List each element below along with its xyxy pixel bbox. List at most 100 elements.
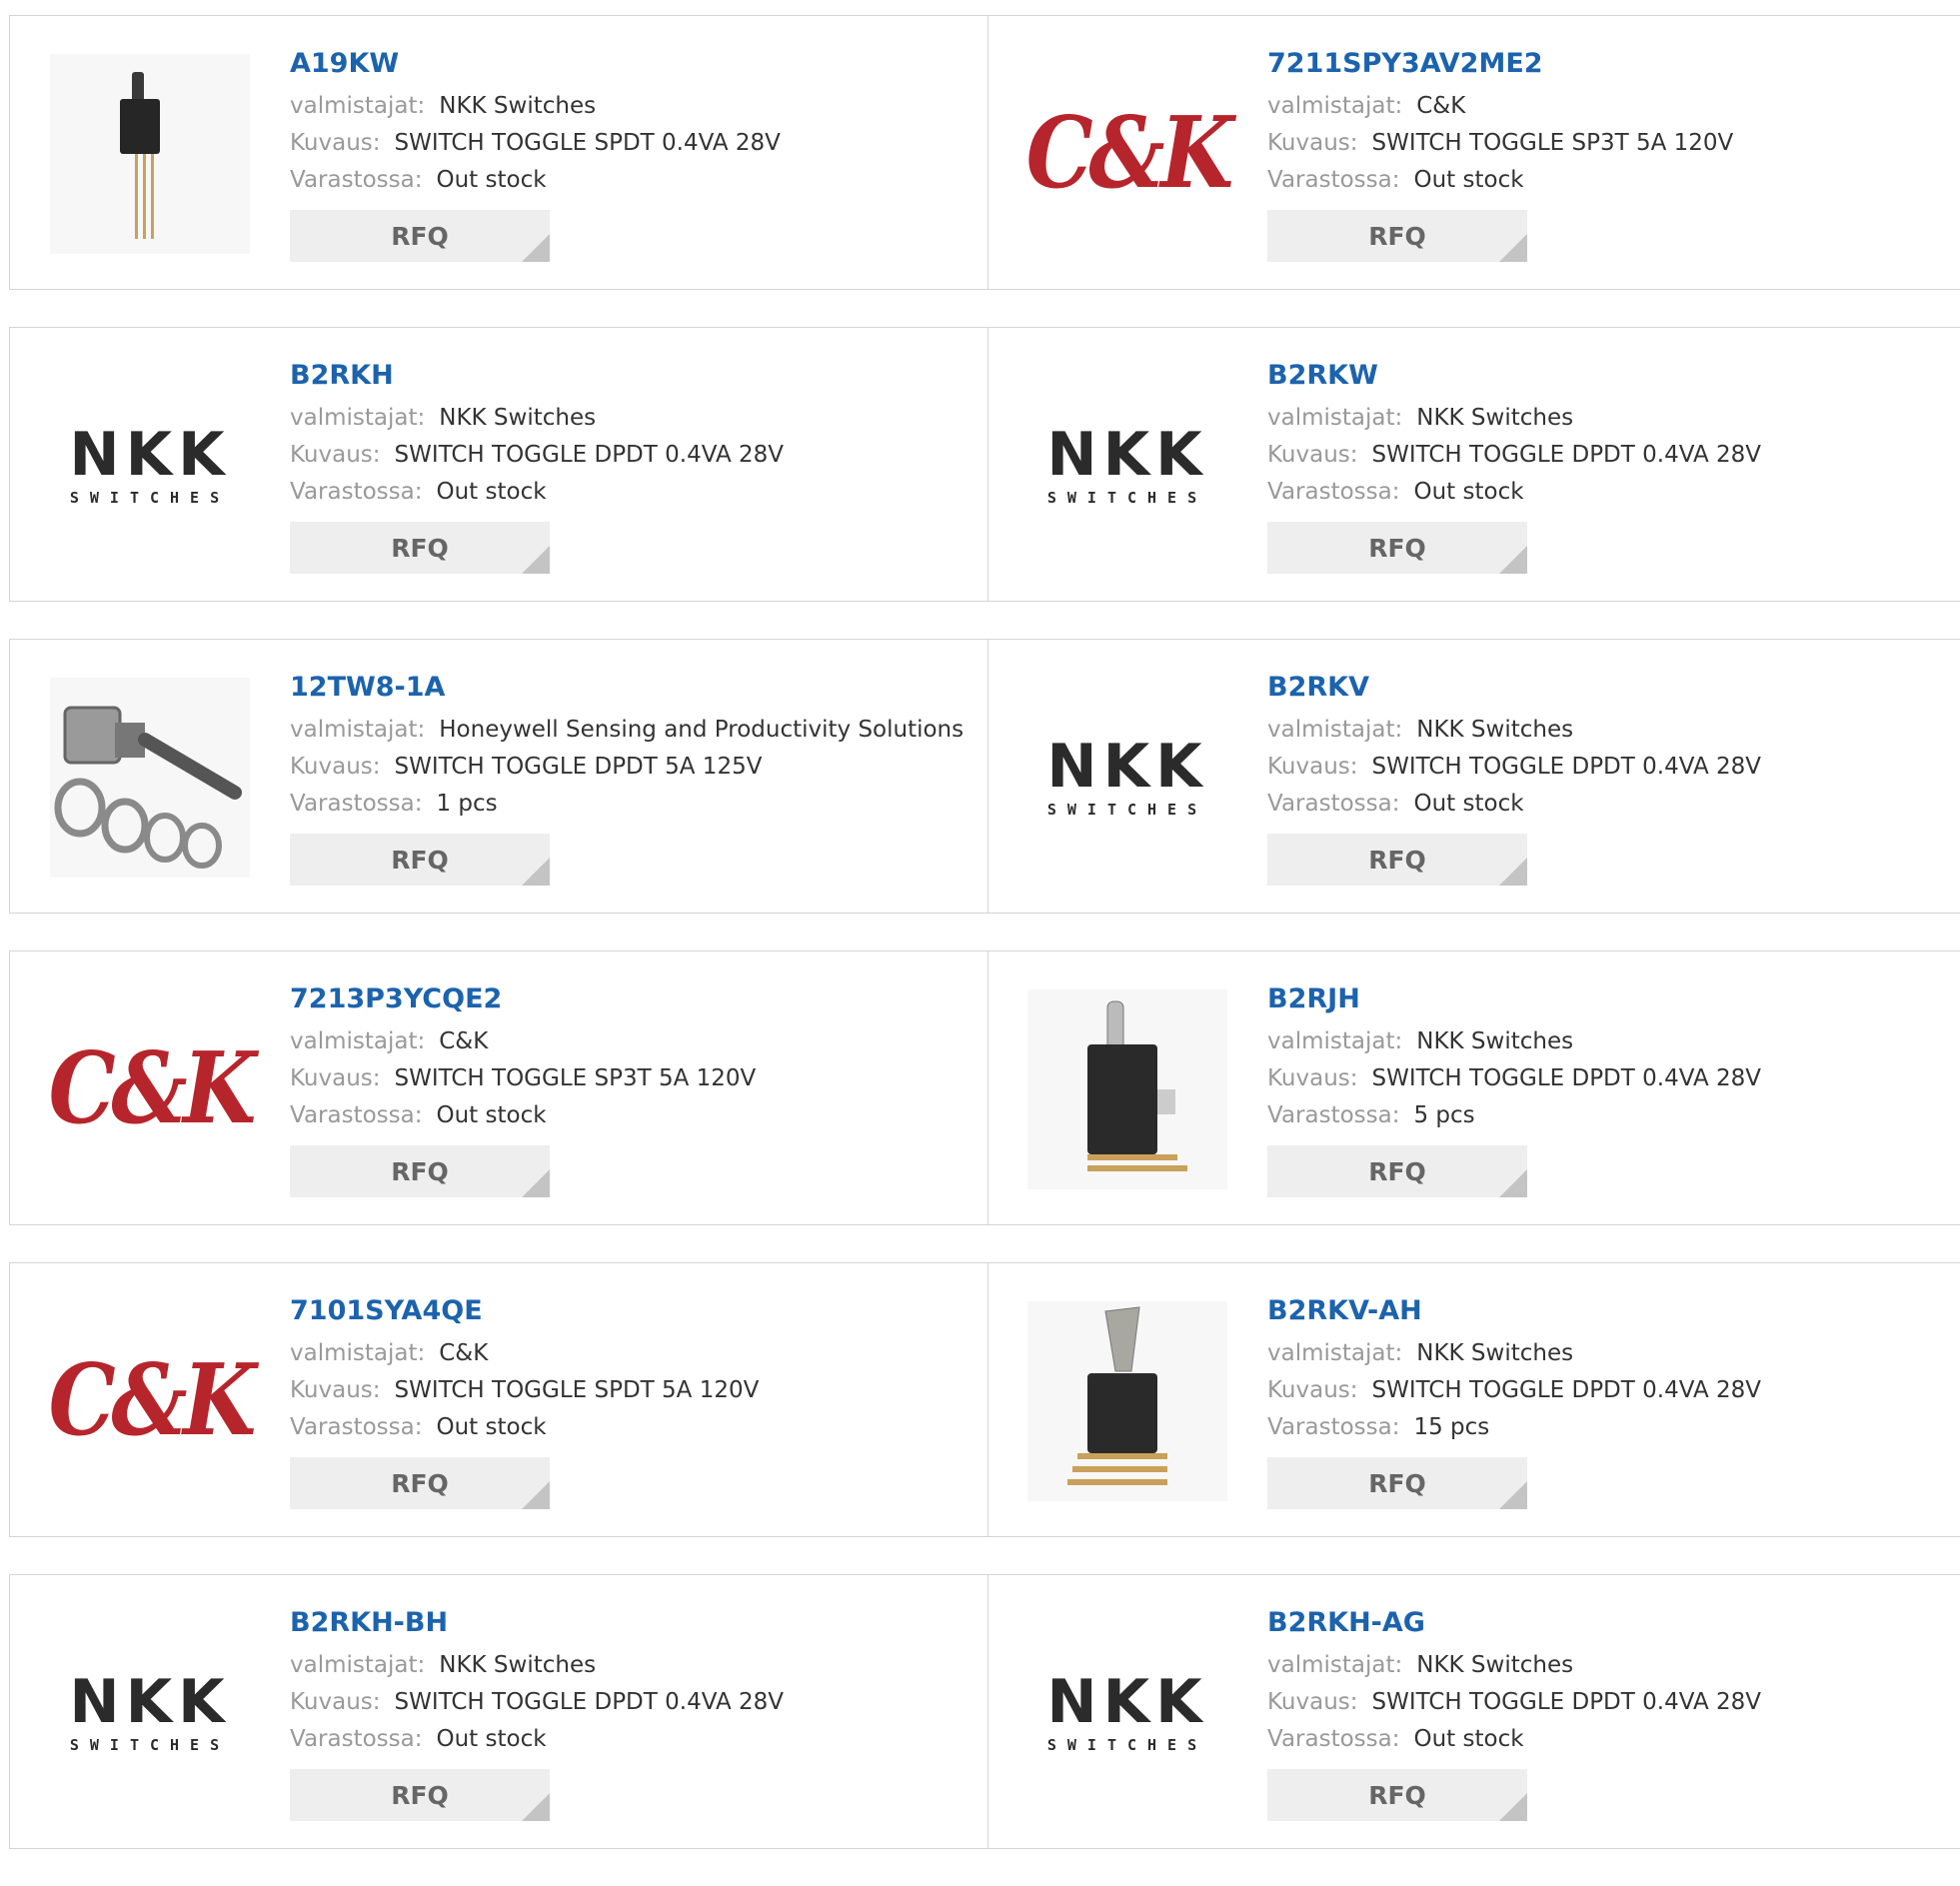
part-number-link[interactable]: B2RKH	[290, 358, 970, 394]
product-thumbnail[interactable]	[1027, 1301, 1227, 1501]
product-card: NKK SWITCHES B2RKH-BH valmistajat: NKK Sw…	[10, 1575, 988, 1848]
description-line: Kuvaus: SWITCH TOGGLE DPDT 0.4VA 28V	[1267, 749, 1947, 786]
manufacturer-label: valmistajat:	[290, 405, 426, 431]
stock-line: Varastossa: Out stock	[290, 1097, 970, 1134]
rfq-button[interactable]: RFQ	[1267, 834, 1527, 886]
stock-value: Out stock	[1413, 791, 1524, 817]
manufacturer-label: valmistajat:	[290, 1340, 426, 1366]
part-number-link[interactable]: 7213P3YCQE2	[290, 981, 970, 1017]
product-thumbnail[interactable]: NKK SWITCHES	[1027, 366, 1227, 566]
rfq-button[interactable]: RFQ	[1267, 522, 1527, 574]
toggle-switch-angled-photo[interactable]	[1027, 989, 1227, 1189]
description-line: Kuvaus: SWITCH TOGGLE DPDT 0.4VA 28V	[290, 437, 970, 474]
product-info: B2RKV-AH valmistajat: NKK Switches Kuvaus…	[1267, 1293, 1947, 1509]
description-label: Kuvaus:	[1267, 754, 1358, 780]
manufacturer-line: valmistajat: NKK Switches	[1267, 400, 1947, 437]
description-value: SWITCH TOGGLE SPDT 5A 120V	[394, 1377, 760, 1403]
rfq-button[interactable]: RFQ	[1267, 1769, 1527, 1821]
part-number-link[interactable]: B2RKW	[1267, 358, 1947, 394]
product-thumbnail[interactable]: NKK SWITCHES	[50, 1613, 250, 1813]
description-label: Kuvaus:	[290, 754, 381, 780]
stock-value: Out stock	[436, 479, 547, 505]
part-number-link[interactable]: B2RJH	[1267, 981, 1947, 1017]
product-grid: A19KW valmistajat: NKK Switches Kuvaus: SW…	[9, 15, 1960, 1886]
stock-label: Varastossa:	[290, 1414, 423, 1440]
stock-line: Varastossa: Out stock	[1267, 1721, 1947, 1758]
description-label: Kuvaus:	[1267, 130, 1358, 156]
manufacturer-label: valmistajat:	[290, 1028, 426, 1054]
manufacturer-value: NKK Switches	[439, 93, 597, 119]
rfq-button[interactable]: RFQ	[290, 522, 550, 574]
product-info: 7211SPY3AV2ME2 valmistajat: C&K Kuvaus: SW…	[1267, 46, 1947, 262]
product-card: NKK SWITCHES B2RKV valmistajat: NKK Switc…	[987, 640, 1960, 913]
part-number-link[interactable]: B2RKV-AH	[1267, 1293, 1947, 1329]
rfq-button[interactable]: RFQ	[290, 834, 550, 886]
product-info: B2RKH-BH valmistajat: NKK Switches Kuvaus…	[290, 1605, 970, 1821]
stock-value: 1 pcs	[436, 791, 498, 817]
product-info: B2RKH valmistajat: NKK Switches Kuvaus: SW…	[290, 358, 970, 574]
rfq-button[interactable]: RFQ	[290, 1769, 550, 1821]
part-number-link[interactable]: B2RKH-AG	[1267, 1605, 1947, 1641]
product-info: B2RJH valmistajat: NKK Switches Kuvaus: SW…	[1267, 981, 1947, 1197]
toggle-switch-paddle-photo[interactable]	[1027, 1301, 1227, 1501]
description-line: Kuvaus: SWITCH TOGGLE DPDT 5A 125V	[290, 749, 970, 786]
description-label: Kuvaus:	[1267, 1689, 1358, 1715]
description-value: SWITCH TOGGLE SP3T 5A 120V	[1371, 130, 1734, 156]
part-number-link[interactable]: 12TW8-1A	[290, 670, 970, 706]
part-number-link[interactable]: 7211SPY3AV2ME2	[1267, 46, 1947, 82]
part-number-link[interactable]: 7101SYA4QE	[290, 1293, 970, 1329]
product-card: NKK SWITCHES B2RKH-AG valmistajat: NKK Sw…	[987, 1575, 1960, 1848]
rfq-button[interactable]: RFQ	[290, 210, 550, 262]
product-thumbnail[interactable]	[50, 54, 250, 254]
nkk-logo-mark: NKK	[1046, 1667, 1208, 1737]
ck-logo: C&K	[48, 1343, 256, 1458]
product-thumbnail[interactable]: C&K	[48, 1301, 256, 1501]
description-line: Kuvaus: SWITCH TOGGLE DPDT 0.4VA 28V	[290, 1684, 970, 1721]
stock-line: Varastossa: 5 pcs	[1267, 1097, 1947, 1134]
product-thumbnail[interactable]: NKK SWITCHES	[50, 366, 250, 566]
nkk-logo-mark: NKK	[69, 1667, 231, 1737]
product-card: 12TW8-1A valmistajat: Honeywell Sensing a…	[10, 640, 988, 913]
stock-label: Varastossa:	[1267, 1414, 1400, 1440]
rfq-button[interactable]: RFQ	[1267, 1145, 1527, 1197]
part-number-link[interactable]: A19KW	[290, 46, 970, 82]
toggle-switch-nuts-photo[interactable]	[50, 678, 250, 878]
manufacturer-line: valmistajat: C&K	[1267, 88, 1947, 125]
rfq-button[interactable]: RFQ	[290, 1145, 550, 1197]
part-number-link[interactable]: B2RKV	[1267, 670, 1947, 706]
product-thumbnail[interactable]	[50, 678, 250, 878]
description-line: Kuvaus: SWITCH TOGGLE DPDT 0.4VA 28V	[1267, 1684, 1947, 1721]
toggle-switch-pins-photo[interactable]	[50, 54, 250, 254]
stock-label: Varastossa:	[290, 167, 423, 193]
description-value: SWITCH TOGGLE DPDT 0.4VA 28V	[1371, 442, 1762, 468]
product-thumbnail[interactable]: NKK SWITCHES	[1027, 678, 1227, 878]
description-value: SWITCH TOGGLE DPDT 0.4VA 28V	[1371, 1377, 1762, 1403]
product-thumbnail[interactable]: NKK SWITCHES	[1027, 1613, 1227, 1813]
description-value: SWITCH TOGGLE DPDT 0.4VA 28V	[1371, 1065, 1762, 1091]
manufacturer-label: valmistajat:	[1267, 93, 1403, 119]
product-thumbnail[interactable]: C&K	[1025, 54, 1233, 254]
nkk-logo: NKK SWITCHES	[1046, 1672, 1207, 1754]
stock-line: Varastossa: Out stock	[1267, 162, 1947, 199]
rfq-button[interactable]: RFQ	[290, 1457, 550, 1509]
manufacturer-line: valmistajat: NKK Switches	[290, 400, 970, 437]
nkk-logo: NKK SWITCHES	[69, 425, 230, 507]
part-number-link[interactable]: B2RKH-BH	[290, 1605, 970, 1641]
product-row: C&K 7213P3YCQE2 valmistajat: C&K Kuvaus: S…	[9, 950, 1960, 1225]
description-line: Kuvaus: SWITCH TOGGLE SPDT 0.4VA 28V	[290, 125, 970, 162]
nkk-logo-tagline: SWITCHES	[69, 1736, 231, 1754]
manufacturer-value: C&K	[439, 1028, 489, 1054]
product-info: 7213P3YCQE2 valmistajat: C&K Kuvaus: SWITC…	[290, 981, 970, 1197]
description-label: Kuvaus:	[290, 1065, 381, 1091]
stock-value: Out stock	[1413, 1726, 1524, 1752]
manufacturer-value: NKK Switches	[439, 1652, 597, 1678]
product-card: B2RKV-AH valmistajat: NKK Switches Kuvaus…	[987, 1263, 1960, 1536]
rfq-button[interactable]: RFQ	[1267, 1457, 1527, 1509]
nkk-logo: NKK SWITCHES	[1046, 737, 1207, 819]
product-card: A19KW valmistajat: NKK Switches Kuvaus: SW…	[10, 16, 988, 289]
rfq-button[interactable]: RFQ	[1267, 210, 1527, 262]
product-thumbnail[interactable]: C&K	[48, 989, 256, 1189]
product-thumbnail[interactable]	[1027, 989, 1227, 1189]
manufacturer-value: NKK Switches	[1416, 1652, 1574, 1678]
description-value: SWITCH TOGGLE SPDT 0.4VA 28V	[394, 130, 781, 156]
